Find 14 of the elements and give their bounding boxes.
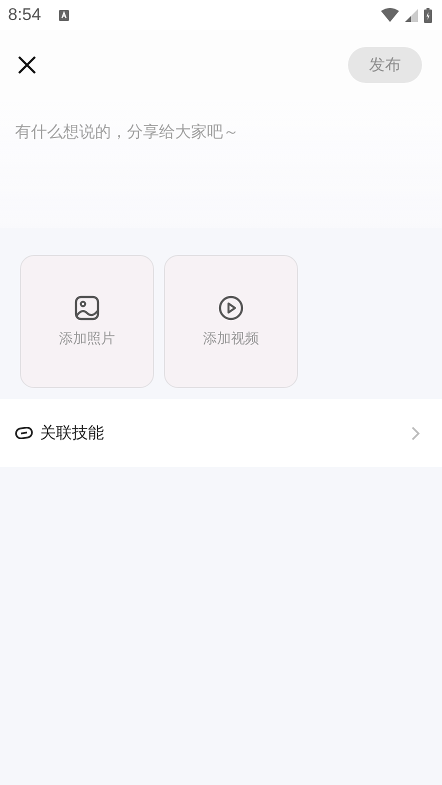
add-photo-button[interactable]: 添加照片 (20, 255, 154, 388)
battery-icon (424, 8, 432, 22)
link-icon (15, 427, 33, 439)
close-icon (18, 56, 36, 74)
signal-icon (405, 8, 418, 22)
image-icon (74, 295, 100, 321)
link-skill-row[interactable]: 关联技能 (0, 399, 442, 467)
wifi-icon (381, 8, 399, 22)
status-time: 8:54 (8, 5, 42, 25)
chevron-right-icon (411, 426, 420, 440)
post-input-field[interactable]: 有什么想说的，分享给大家吧～ (0, 100, 442, 228)
close-button[interactable] (18, 56, 36, 74)
play-icon (218, 295, 244, 321)
add-video-button[interactable]: 添加视频 (164, 255, 298, 388)
